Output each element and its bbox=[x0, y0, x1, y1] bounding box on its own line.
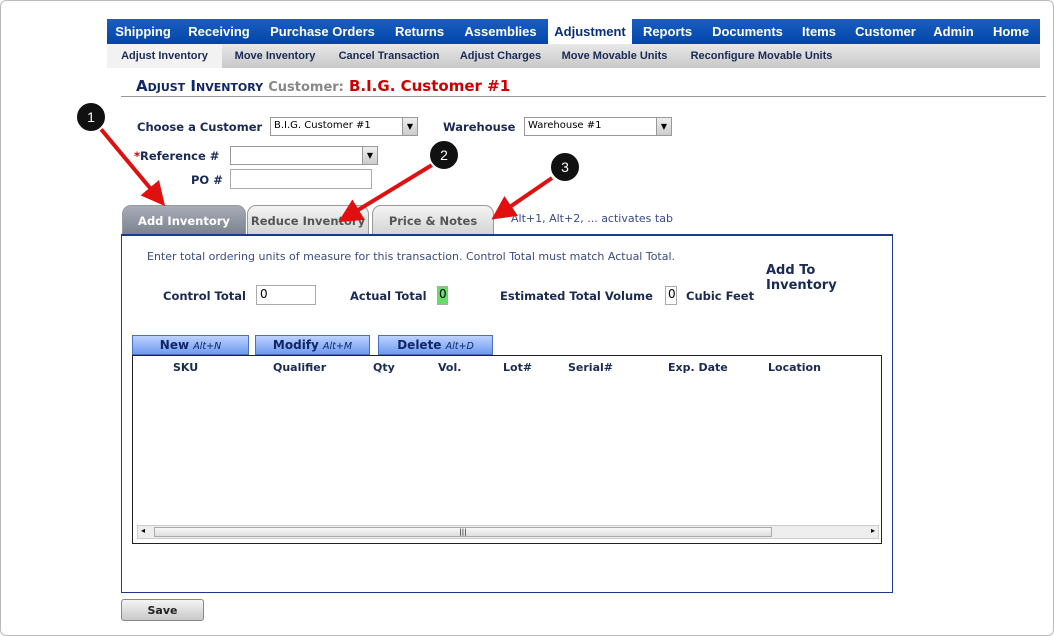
svg-text:3: 3 bbox=[561, 159, 569, 175]
callout-3: 3 bbox=[549, 151, 581, 183]
arrow-1 bbox=[98, 126, 166, 207]
callout-1: 1 bbox=[75, 101, 107, 133]
annotation-overlay: 1 2 3 bbox=[75, 101, 581, 223]
callout-2: 2 bbox=[428, 139, 460, 171]
svg-text:1: 1 bbox=[87, 109, 95, 125]
svg-text:2: 2 bbox=[440, 147, 448, 163]
arrow-3 bbox=[491, 176, 554, 220]
arrow-2 bbox=[338, 163, 434, 223]
